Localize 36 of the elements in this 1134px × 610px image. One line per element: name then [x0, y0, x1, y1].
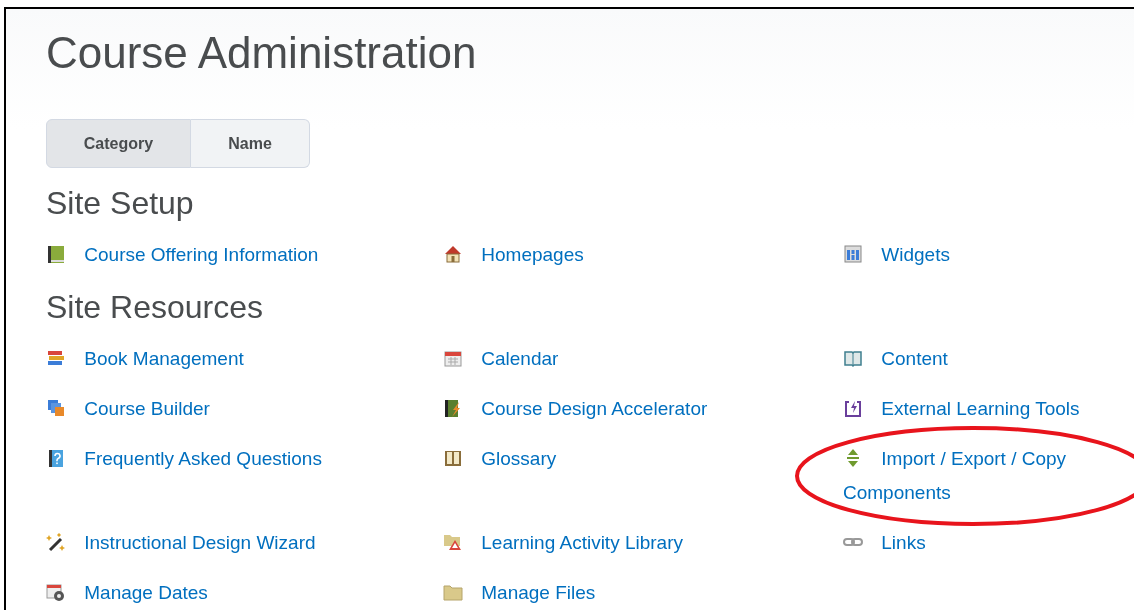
tool-link[interactable]: Links — [843, 526, 1113, 560]
house-icon — [443, 244, 463, 264]
page-title: Course Administration — [46, 27, 478, 79]
folder-icon — [443, 582, 463, 602]
tool-link[interactable]: Course Design Accelerator — [443, 392, 843, 426]
tool-link[interactable]: Instructional Design Wizard — [46, 526, 443, 560]
books-icon — [46, 348, 66, 368]
tool-link[interactable]: Course Offering Information — [46, 238, 443, 272]
tool-link[interactable]: Course Builder — [46, 392, 443, 426]
open-book-icon — [443, 448, 463, 468]
external-tool-icon — [843, 398, 863, 418]
tool-link[interactable]: Learning Activity Library — [443, 526, 843, 560]
magic-wand-icon — [46, 532, 66, 552]
tool-link[interactable]: Manage Dates — [46, 576, 443, 610]
folder-warning-icon — [443, 532, 463, 552]
tool-link[interactable]: Homepages — [443, 238, 843, 272]
widget-icon — [843, 244, 863, 264]
calendar-gear-icon — [46, 582, 66, 602]
tool-link[interactable]: Widgets — [843, 238, 1113, 272]
open-book-icon — [843, 348, 863, 368]
book-icon — [46, 244, 66, 264]
tool-link[interactable]: Manage Files — [443, 576, 843, 610]
calendar-icon — [443, 348, 463, 368]
book-lightning-icon — [443, 398, 463, 418]
view-toggle-button[interactable]: Category — [46, 119, 191, 168]
tool-link[interactable]: External Learning Tools — [843, 392, 1113, 426]
question-book-icon — [46, 448, 66, 468]
tool-link[interactable]: Calendar — [443, 342, 843, 376]
view-toggle-button[interactable]: Name — [191, 119, 310, 168]
blocks-icon — [46, 398, 66, 418]
section-heading: Site Setup — [46, 184, 195, 223]
tool-link[interactable]: Frequently Asked Questions — [46, 442, 443, 476]
tool-link[interactable]: Content — [843, 342, 1113, 376]
tool-link[interactable]: Glossary — [443, 442, 843, 476]
tool-link[interactable]: Book Management — [46, 342, 443, 376]
section-heading: Site Resources — [46, 288, 264, 327]
